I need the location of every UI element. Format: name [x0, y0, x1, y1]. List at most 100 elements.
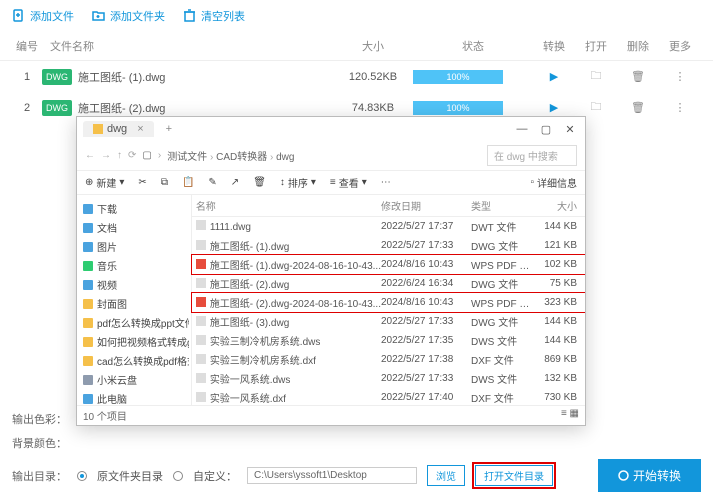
nav-up-icon[interactable]: ↑ — [117, 150, 122, 161]
file-type: DWG 文件 — [471, 276, 531, 291]
output-path-input[interactable] — [247, 467, 417, 484]
start-icon — [618, 470, 629, 481]
delete-button[interactable]: 🗑 — [617, 70, 659, 83]
convert-button[interactable]: ▶ — [533, 70, 575, 83]
sidebar-item[interactable]: 小米云盘 — [79, 370, 189, 389]
window-minimize-button[interactable]: — — [513, 123, 531, 135]
nav-home-icon[interactable]: ▢ — [142, 150, 151, 161]
add-file-label: 添加文件 — [30, 8, 74, 24]
table-row[interactable]: 1 DWG施工图纸- (1).dwg 120.52KB 100% ▶ 🗀 🗑 ⋮ — [0, 61, 713, 92]
file-size: 144 KB — [531, 221, 581, 232]
add-file-button[interactable]: 添加文件 — [12, 8, 74, 24]
dialog-tab[interactable]: dwg × — [83, 121, 154, 137]
file-row[interactable]: 施工图纸- (2).dwg-2024-08-16-10-43... 2024/8… — [192, 293, 585, 312]
file-row[interactable]: 施工图纸- (1).dwg-2024-08-16-10-43... 2024/8… — [192, 255, 585, 274]
file-name: 1111.dwg — [196, 220, 381, 233]
file-row[interactable]: 施工图纸- (3).dwg 2022/5/27 17:33 DWG 文件 144… — [192, 312, 585, 331]
file-name: 实验三制冷机房系统.dxf — [196, 352, 381, 367]
details-button[interactable]: ▫ 详细信息 — [530, 175, 577, 190]
new-button[interactable]: ⊕ 新建 ▾ — [85, 175, 124, 190]
file-type: DWS 文件 — [471, 333, 531, 348]
dialog-search-input[interactable]: 在 dwg 中搜索 — [487, 145, 577, 166]
head-date[interactable]: 修改日期 — [381, 198, 471, 213]
rename-icon[interactable]: ✎ — [208, 177, 216, 188]
head-size[interactable]: 大小 — [531, 198, 581, 213]
file-name: 施工图纸- (2).dwg — [196, 276, 381, 291]
dialog-nav: ← → ↑ ⟳ ▢ › 测试文件 › CAD转换器 › dwg 在 dwg 中搜… — [77, 141, 585, 170]
more-button[interactable]: ⋮ — [659, 70, 701, 83]
file-type: DWT 文件 — [471, 219, 531, 234]
sidebar-item[interactable]: 文档 — [79, 218, 189, 237]
sidebar-item[interactable]: cad怎么转换成pdf格式 — [79, 351, 189, 370]
file-date: 2022/5/27 17:37 — [381, 221, 471, 232]
copy-icon[interactable]: ⧉ — [161, 177, 168, 188]
foot-view-icons[interactable]: ≡ ▦ — [561, 408, 579, 423]
file-icon — [196, 392, 206, 402]
sidebar-item[interactable]: 封面图 — [79, 294, 189, 313]
view-button[interactable]: ≡ 查看 ▾ — [330, 175, 367, 190]
delete-button[interactable]: 🗑 — [617, 101, 659, 114]
sidebar-icon — [83, 261, 93, 271]
head-name[interactable]: 名称 — [196, 198, 381, 213]
add-folder-button[interactable]: 添加文件夹 — [92, 8, 165, 24]
file-row[interactable]: 施工图纸- (1).dwg 2022/5/27 17:33 DWG 文件 121… — [192, 236, 585, 255]
more-icon[interactable]: ⋯ — [381, 177, 391, 188]
sidebar-icon — [83, 394, 93, 404]
start-convert-button[interactable]: 开始转换 — [598, 459, 701, 492]
sort-button[interactable]: ↕ 排序 ▾ — [280, 175, 316, 190]
file-size: 323 KB — [531, 297, 581, 308]
sidebar-item[interactable]: pdf怎么转换成ppt文件 — [79, 313, 189, 332]
more-button[interactable]: ⋮ — [659, 101, 701, 114]
file-list: 1 DWG施工图纸- (1).dwg 120.52KB 100% ▶ 🗀 🗑 ⋮… — [0, 61, 713, 123]
head-type[interactable]: 类型 — [471, 198, 531, 213]
file-row[interactable]: 实验三制冷机房系统.dxf 2022/5/27 17:38 DXF 文件 869… — [192, 350, 585, 369]
file-date: 2024/8/16 10:43 — [381, 297, 471, 308]
file-size: 132 KB — [531, 373, 581, 384]
file-row[interactable]: 实验一风系统.dws 2022/5/27 17:33 DWS 文件 132 KB — [192, 369, 585, 388]
sidebar-item[interactable]: 下载 — [79, 199, 189, 218]
col-delete: 删除 — [617, 38, 659, 54]
bg-color-label: 背景颜色： — [12, 435, 67, 451]
sidebar-item[interactable]: 如何把视频格式转成gif — [79, 332, 189, 351]
row-status: 100% — [413, 70, 533, 84]
col-convert: 转换 — [533, 38, 575, 54]
col-status: 状态 — [413, 38, 533, 54]
cut-icon[interactable]: ✂ — [138, 177, 146, 188]
radio-original-folder[interactable] — [77, 471, 87, 481]
dialog-tab-title: dwg — [107, 123, 127, 135]
tab-add-icon[interactable]: + — [160, 123, 178, 135]
add-folder-icon — [92, 9, 106, 23]
sidebar-item[interactable]: 视频 — [79, 275, 189, 294]
file-icon — [196, 373, 206, 383]
file-type: DXF 文件 — [471, 352, 531, 367]
clear-list-button[interactable]: 清空列表 — [183, 8, 245, 24]
sidebar-item[interactable]: 图片 — [79, 237, 189, 256]
file-row[interactable]: 实验三制冷机房系统.dws 2022/5/27 17:35 DWS 文件 144… — [192, 331, 585, 350]
share-icon[interactable]: ↗ — [231, 177, 239, 188]
nav-back-icon[interactable]: ← — [85, 150, 95, 161]
window-close-button[interactable]: ✕ — [561, 123, 579, 136]
file-row[interactable]: 施工图纸- (2).dwg 2022/6/24 16:34 DWG 文件 75 … — [192, 274, 585, 293]
nav-refresh-icon[interactable]: ⟳ — [128, 150, 136, 161]
row-num: 1 — [12, 71, 42, 83]
list-header: 编号 文件名称 大小 状态 转换 打开 删除 更多 — [0, 32, 713, 61]
file-icon — [196, 316, 206, 326]
sidebar-item[interactable]: 音乐 — [79, 256, 189, 275]
radio-custom[interactable] — [173, 471, 183, 481]
delete-icon[interactable]: 🗑 — [253, 177, 266, 188]
open-button[interactable]: 🗀 — [575, 98, 617, 117]
file-row[interactable]: 实验一风系统.dxf 2022/5/27 17:40 DXF 文件 730 KB — [192, 388, 585, 405]
tab-close-icon[interactable]: × — [137, 123, 143, 135]
sidebar-item[interactable]: 此电脑 — [79, 389, 189, 405]
convert-button[interactable]: ▶ — [533, 101, 575, 114]
window-maximize-button[interactable]: ▢ — [537, 123, 555, 136]
nav-forward-icon[interactable]: → — [101, 150, 111, 161]
paste-icon[interactable]: 📋 — [182, 177, 194, 188]
browse-button[interactable]: 浏览 — [427, 465, 465, 486]
open-folder-button[interactable]: 打开文件目录 — [475, 465, 553, 486]
clear-list-label: 清空列表 — [201, 8, 245, 24]
breadcrumb[interactable]: 测试文件 › CAD转换器 › dwg — [167, 148, 294, 163]
open-button[interactable]: 🗀 — [575, 67, 617, 86]
file-row[interactable]: 1111.dwg 2022/5/27 17:37 DWT 文件 144 KB — [192, 217, 585, 236]
dialog-titlebar: dwg × + — ▢ ✕ — [77, 117, 585, 141]
